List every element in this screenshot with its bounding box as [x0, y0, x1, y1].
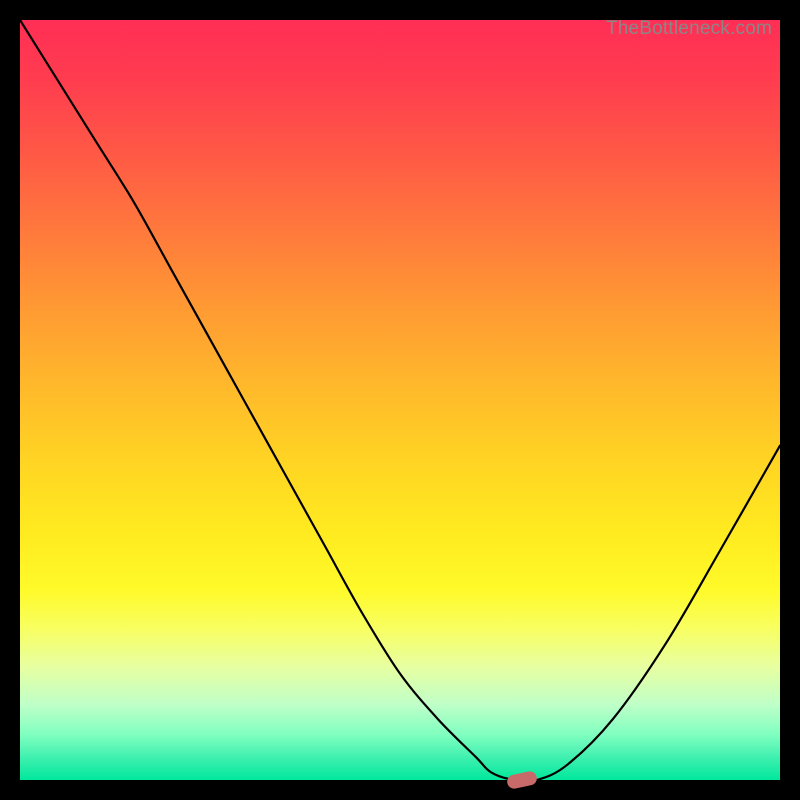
chart-container: TheBottleneck.com	[0, 0, 800, 800]
plot-area: TheBottleneck.com	[20, 20, 780, 780]
bottleneck-curve	[20, 20, 780, 781]
curve-svg	[20, 20, 780, 780]
